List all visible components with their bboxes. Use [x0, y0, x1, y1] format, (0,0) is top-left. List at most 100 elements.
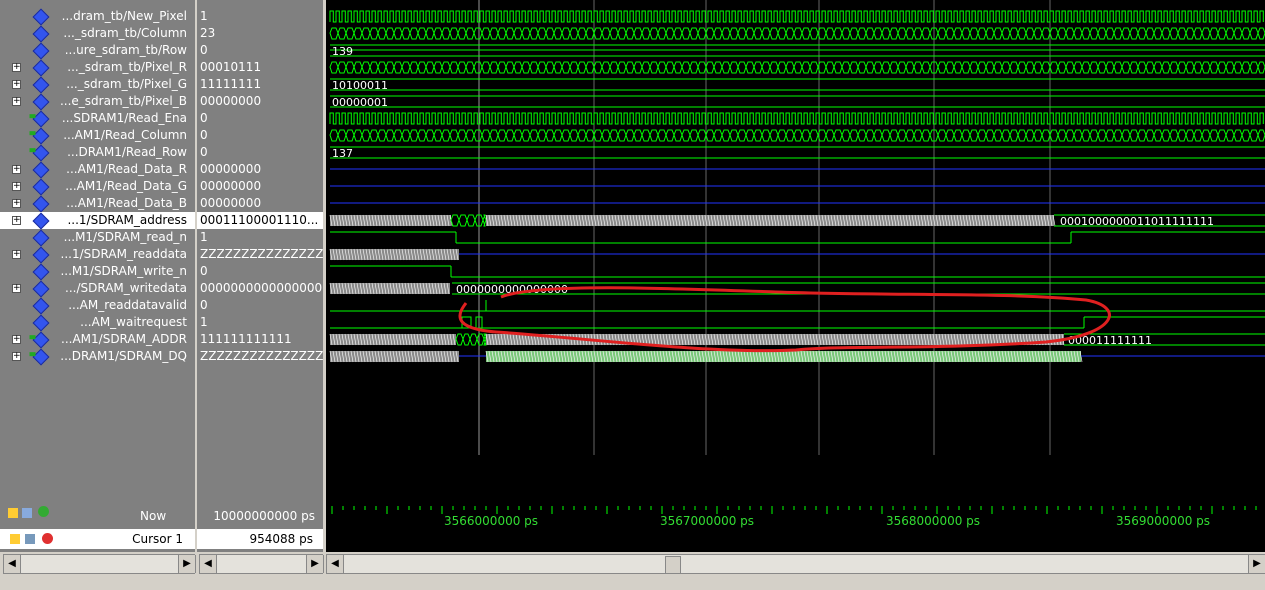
scroll-left-icon[interactable]: ◀: [327, 555, 344, 573]
signal-row[interactable]: + ..._sdram_tb/Pixel_R: [0, 59, 195, 77]
scroll-thumb[interactable]: [665, 556, 681, 574]
signal-row[interactable]: + ...1/SDRAM_address: [0, 212, 195, 230]
signal-name: ...AM_waitrequest: [80, 315, 187, 329]
scroll-left-icon[interactable]: ◀: [4, 555, 21, 573]
waveform-panel[interactable]: 139 10100011 00000001 137 000100000001101111…: [326, 0, 1265, 500]
signal-icon: [32, 42, 50, 60]
signal-row[interactable]: ..._sdram_tb/Column: [0, 25, 195, 43]
signal-row[interactable]: + ...e_sdram_tb/Pixel_B: [0, 93, 195, 111]
signal-value: 0: [200, 111, 208, 125]
bus-wave: [330, 78, 1265, 91]
tick-label: 3566000000 ps: [444, 514, 539, 528]
values-scrollbar[interactable]: ◀ ▶: [199, 554, 324, 574]
expand-icon[interactable]: +: [12, 216, 21, 225]
expand-icon[interactable]: +: [12, 335, 21, 344]
expand-icon[interactable]: +: [12, 352, 21, 361]
signal-arrow-icon: [32, 348, 50, 366]
signal-value-panel: 1 23 0 00010111 11111111 00000000 0 0 0 00000000 0…: [197, 0, 323, 500]
waveform-canvas[interactable]: 139 10100011 00000001 137 000100000001101111…: [326, 0, 1265, 500]
expand-icon[interactable]: +: [12, 80, 21, 89]
signal-arrow-icon: [32, 144, 50, 162]
expand-icon[interactable]: +: [12, 182, 21, 191]
delete-cursor-icon[interactable]: [42, 533, 53, 544]
signal-name: ...AM1/Read_Data_G: [65, 179, 187, 193]
signal-row[interactable]: ...ure_sdram_tb/Row: [0, 42, 195, 60]
signal-value: 23: [200, 26, 216, 40]
signal-name: ...AM1/SDRAM_ADDR: [61, 332, 187, 346]
wave-value-label: 10100011: [332, 79, 388, 92]
names-scrollbar[interactable]: ◀ ▶: [3, 554, 196, 574]
signal-value: 1: [200, 315, 208, 329]
cursor-value-box[interactable]: 954088 ps: [197, 529, 323, 549]
clock-wave: [329, 112, 1264, 125]
signal-name: .../SDRAM_writedata: [65, 281, 187, 295]
time-axis[interactable]: 3566000000 ps 3567000000 ps 3568000000 p…: [326, 500, 1265, 552]
signal-value: 11111111: [200, 77, 262, 91]
signal-value: 00010111: [200, 60, 262, 74]
signal-row[interactable]: ...AM_waitrequest: [0, 314, 195, 332]
signal-row[interactable]: + ...AM1/Read_Data_G: [0, 178, 195, 196]
scroll-left-icon[interactable]: ◀: [200, 555, 217, 573]
cursor-lock-icon[interactable]: [10, 534, 20, 544]
signal-row[interactable]: + ...AM1/Read_Data_R: [0, 161, 195, 179]
scroll-right-icon[interactable]: ▶: [1248, 555, 1265, 573]
signal-icon: [32, 314, 50, 332]
expand-icon[interactable]: +: [12, 250, 21, 259]
signal-row[interactable]: ...dram_tb/New_Pixel: [0, 8, 195, 26]
signal-row[interactable]: ...SDRAM1/Read_Ena: [0, 110, 195, 128]
expand-icon[interactable]: +: [12, 63, 21, 72]
signal-name: ...AM1/Read_Data_B: [66, 196, 187, 210]
edit-icon[interactable]: [25, 534, 35, 544]
signal-row[interactable]: ...AM_readdatavalid: [0, 297, 195, 315]
signal-row[interactable]: + .../SDRAM_writedata: [0, 280, 195, 298]
signal-row[interactable]: + ...AM1/Read_Data_B: [0, 195, 195, 213]
signal-value: 00011100001110...: [197, 212, 323, 229]
signal-row[interactable]: ...AM1/Read_Column: [0, 127, 195, 145]
bus-wave: [330, 95, 1265, 108]
grid-icon[interactable]: [22, 508, 32, 518]
bus-wave: [455, 333, 487, 346]
signal-name: ...1/SDRAM_address: [67, 213, 187, 227]
signal-icon: [32, 161, 50, 179]
signal-name: ..._sdram_tb/Column: [63, 26, 187, 40]
signal-value: ZZZZZZZZZZZZZZZZ: [200, 349, 323, 363]
signal-name: ...DRAM1/Read_Row: [67, 145, 187, 159]
cursor-value: 954088 ps: [249, 532, 314, 546]
scroll-right-icon[interactable]: ▶: [306, 555, 324, 573]
status-strip: [0, 576, 1265, 590]
signal-row[interactable]: ...DRAM1/Read_Row: [0, 144, 195, 162]
lock-icon[interactable]: [8, 508, 18, 518]
expand-icon[interactable]: +: [12, 97, 21, 106]
bus-wave: [450, 214, 487, 227]
signal-value: 0: [200, 264, 208, 278]
expand-icon[interactable]: +: [12, 165, 21, 174]
signal-name: ..._sdram_tb/Pixel_G: [66, 77, 187, 91]
signal-row[interactable]: + ...DRAM1/SDRAM_DQ: [0, 348, 195, 366]
signal-icon: [32, 8, 50, 26]
signal-value: 111111111111: [200, 332, 292, 346]
signal-icon: [32, 195, 50, 213]
signal-icon: [32, 280, 50, 298]
cursor-row[interactable]: Cursor 1: [0, 529, 195, 549]
signal-value: 0: [200, 128, 208, 142]
signal-arrow-icon: [32, 331, 50, 349]
signal-row[interactable]: + ..._sdram_tb/Pixel_G: [0, 76, 195, 94]
signal-row[interactable]: + ...1/SDRAM_readdata: [0, 246, 195, 264]
footer-name-panel: Now Cursor 1: [0, 500, 195, 552]
signal-icon: [32, 297, 50, 315]
wave-scrollbar[interactable]: ◀ ▶: [326, 554, 1265, 574]
wave-value-label: 00000001: [332, 96, 388, 109]
expand-icon[interactable]: +: [12, 199, 21, 208]
signal-row[interactable]: ...M1/SDRAM_write_n: [0, 263, 195, 281]
signal-row[interactable]: + ...AM1/SDRAM_ADDR: [0, 331, 195, 349]
signal-name: ...M1/SDRAM_read_n: [63, 230, 187, 244]
signal-value: 0: [200, 145, 208, 159]
add-cursor-icon[interactable]: [38, 506, 49, 517]
scroll-right-icon[interactable]: ▶: [178, 555, 196, 573]
wave-value-label: 137: [332, 147, 353, 160]
signal-row[interactable]: ...M1/SDRAM_read_n: [0, 229, 195, 247]
bus-wave: [329, 61, 1265, 74]
signal-icon: [32, 76, 50, 94]
expand-icon[interactable]: +: [12, 284, 21, 293]
signal-name: ...M1/SDRAM_write_n: [60, 264, 187, 278]
